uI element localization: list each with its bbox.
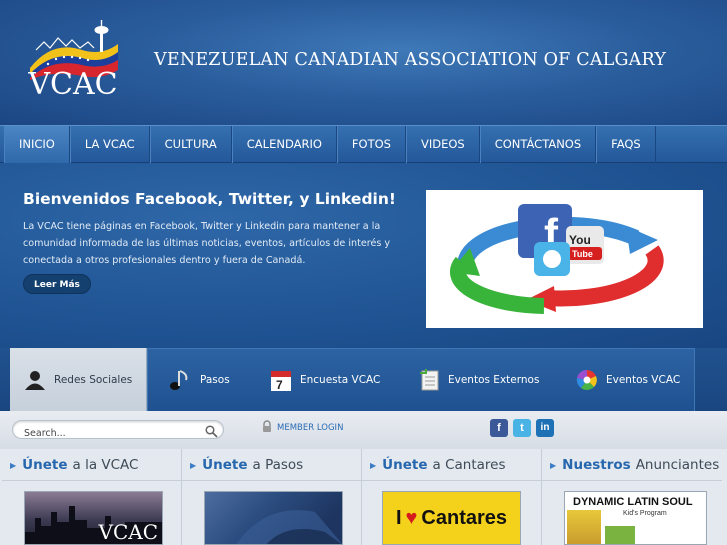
hero-body: La VCAC tiene páginas en Facebook, Twitt…	[23, 221, 391, 266]
music-note-icon	[168, 368, 192, 392]
search-input[interactable]	[13, 425, 193, 442]
hero-slide: Bienvenidos Facebook, Twitter, y Linkedi…	[0, 163, 727, 348]
nav-item-la-vcac[interactable]: LA VCAC	[69, 126, 150, 163]
nav-item-faqs[interactable]: FAQS	[596, 126, 656, 163]
tab-label: Eventos Externos	[448, 373, 540, 386]
twitter-icon[interactable]: t	[513, 419, 531, 437]
arrow-right-icon: ▶	[370, 460, 377, 470]
document-icon	[420, 368, 440, 391]
dancer-photo-icon	[236, 510, 342, 544]
search-icon[interactable]	[205, 423, 218, 442]
heart-icon: ♥	[405, 506, 418, 529]
person-icon	[24, 369, 46, 391]
linkedin-icon[interactable]: in	[536, 419, 554, 437]
promo-columns: ▶ Únete a la VCAC VCAC ▶ Únete a Pasos ▶…	[0, 449, 727, 545]
tab-label: Redes Sociales	[54, 373, 133, 386]
search-box	[12, 420, 224, 442]
arrow-right-icon: ▶	[10, 460, 17, 470]
nav-item-fotos[interactable]: FOTOS	[336, 126, 406, 163]
hero-title: Bienvenidos Facebook, Twitter, y Linkedi…	[23, 190, 396, 208]
hero-image[interactable]: f You Tube	[426, 190, 703, 328]
nav-item-videos[interactable]: VIDEOS	[405, 126, 480, 163]
promo-thumb-anunciantes[interactable]: DYNAMIC LATIN SOUL Kid's Program	[564, 491, 707, 545]
arrow-right-icon: ▶	[550, 460, 557, 470]
site-header: VCAC VENEZUELAN CANADIAN ASSOCIATION OF …	[0, 0, 727, 125]
twitter-icon	[534, 242, 570, 276]
tab-label: Pasos	[200, 373, 230, 386]
member-login-label: MEMBER LOGIN	[277, 422, 344, 433]
nav-item-contactanos[interactable]: CONTÁCTANOS	[479, 126, 597, 163]
calendar-icon: 7	[270, 368, 292, 392]
social-media-cycle-icon: f You Tube	[450, 204, 664, 314]
thumb-label: VCAC	[98, 520, 159, 544]
arrow-right-icon: ▶	[190, 460, 197, 470]
promo-col-anunciantes: ▶ Nuestros Anunciantes DYNAMIC LATIN SOU…	[542, 449, 722, 545]
promo-thumb-cantares[interactable]: I ♥ Cantares	[382, 491, 521, 545]
tab-pasos[interactable]: Pasos	[168, 348, 230, 411]
feature-tabs: Redes Sociales Pasos 7 Encuesta VCAC Eve…	[0, 348, 727, 411]
svg-text:You: You	[569, 233, 591, 247]
ad-photo	[605, 526, 635, 544]
youtube-icon: You Tube	[566, 226, 604, 264]
tab-label: Encuesta VCAC	[300, 373, 381, 386]
promo-heading[interactable]: ▶ Nuestros Anunciantes	[542, 452, 722, 478]
promo-heading[interactable]: ▶ Únete a Cantares	[362, 452, 542, 478]
facebook-icon[interactable]: f	[490, 419, 508, 437]
promo-col-pasos: ▶ Únete a Pasos	[182, 449, 362, 545]
svg-text:Tube: Tube	[572, 249, 593, 259]
site-title: VENEZUELAN CANADIAN ASSOCIATION OF CALGA…	[154, 50, 667, 70]
tab-eventos-vcac[interactable]: Eventos VCAC	[576, 348, 680, 411]
tab-label: Eventos VCAC	[606, 373, 681, 386]
nav-item-cultura[interactable]: CULTURA	[149, 126, 232, 163]
member-login-link[interactable]: MEMBER LOGIN	[262, 420, 343, 435]
color-wheel-icon	[576, 369, 598, 391]
utility-bar: MEMBER LOGIN f t in	[0, 411, 727, 449]
ad-title: DYNAMIC LATIN SOUL	[573, 496, 693, 508]
promo-heading[interactable]: ▶ Únete a Pasos	[182, 452, 362, 478]
promo-thumb-vcac[interactable]: VCAC	[24, 491, 163, 545]
ad-subtitle: Kid's Program	[623, 510, 667, 517]
promo-heading[interactable]: ▶ Únete a la VCAC	[2, 452, 182, 478]
vcac-logo[interactable]: VCAC	[22, 20, 124, 102]
promo-col-cantares: ▶ Únete a Cantares I ♥ Cantares	[362, 449, 542, 545]
ad-photo	[567, 510, 601, 544]
lock-icon	[262, 420, 272, 435]
social-links: f t in	[490, 419, 554, 437]
nav-item-inicio[interactable]: INICIO	[4, 126, 70, 163]
read-more-button[interactable]: Leer Más	[23, 274, 91, 294]
main-nav: INICIO LA VCAC CULTURA CALENDARIO FOTOS …	[0, 125, 727, 163]
promo-thumb-pasos[interactable]	[204, 491, 343, 545]
tab-encuesta-vcac[interactable]: 7 Encuesta VCAC	[270, 348, 380, 411]
logo-text: VCAC	[28, 67, 118, 102]
tab-eventos-externos[interactable]: Eventos Externos	[420, 348, 539, 411]
promo-col-vcac: ▶ Únete a la VCAC VCAC	[2, 449, 182, 545]
nav-item-calendario[interactable]: CALENDARIO	[231, 126, 337, 163]
tab-redes-sociales[interactable]: Redes Sociales	[10, 348, 147, 411]
svg-text:7: 7	[276, 378, 283, 392]
